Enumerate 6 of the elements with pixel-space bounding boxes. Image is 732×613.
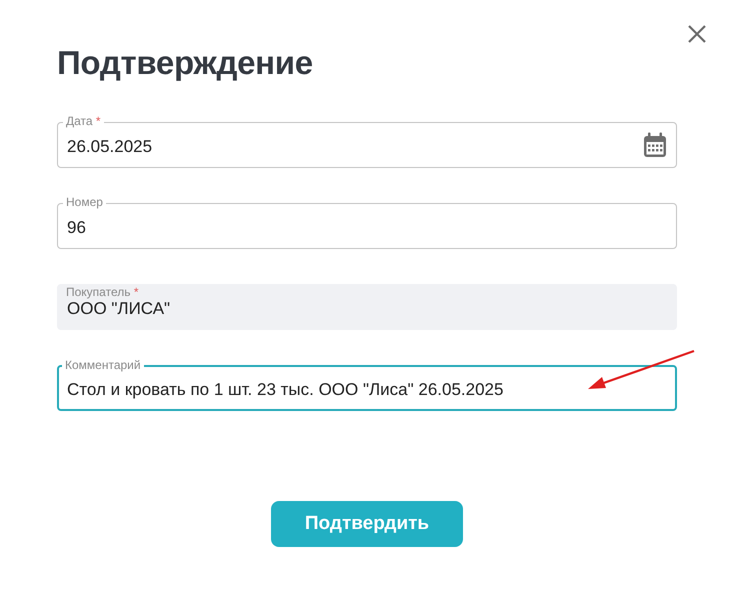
calendar-icon[interactable] [643,132,667,158]
close-icon[interactable] [687,24,707,44]
field-label: Комментарий [62,358,144,372]
field-label: Дата * [63,114,104,128]
field-label: Номер [63,195,106,209]
dialog-title: Подтверждение [57,44,314,82]
